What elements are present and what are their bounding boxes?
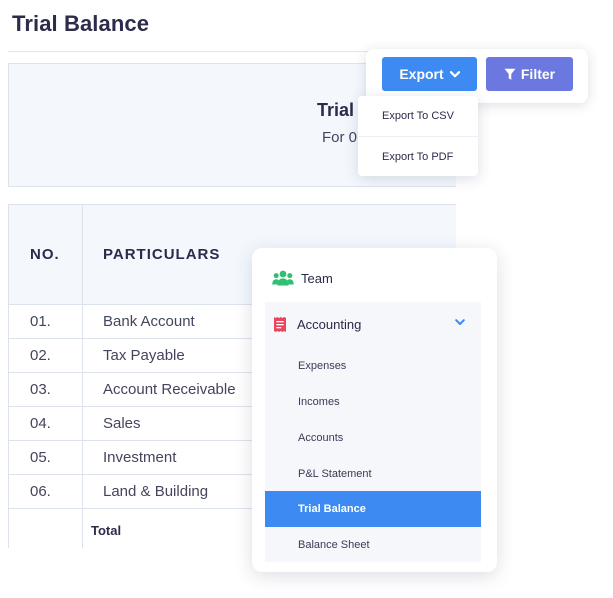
nav-item-team[interactable]: Team xyxy=(272,268,333,288)
nav-subitem-trial-balance[interactable]: Trial Balance xyxy=(265,491,481,527)
funnel-icon xyxy=(504,68,516,80)
nav-item-accounting-label: Accounting xyxy=(297,316,362,332)
filter-button-label: Filter xyxy=(520,66,556,82)
page-title: Trial Balance xyxy=(12,11,150,36)
row-number: 05. xyxy=(8,440,83,475)
chevron-down-icon xyxy=(449,70,460,77)
row-number: 01. xyxy=(8,304,83,339)
nav-subitem-incomes[interactable]: Incomes xyxy=(265,384,481,420)
action-toolbar: Export Filter xyxy=(366,49,588,103)
team-icon xyxy=(272,270,294,286)
export-pdf-option[interactable]: Export To PDF xyxy=(358,136,478,176)
total-row-empty-cell xyxy=(8,508,83,548)
report-title: Trial xyxy=(317,100,355,120)
filter-button[interactable]: Filter xyxy=(486,57,573,91)
navigation-menu: Team Accounting Expenses Incomes Account… xyxy=(252,248,497,572)
nav-subitem-pl-statement[interactable]: P&L Statement xyxy=(265,456,481,492)
export-dropdown-menu: Export To CSV Export To PDF xyxy=(358,96,478,176)
nav-subitem-accounts[interactable]: Accounts xyxy=(265,420,481,456)
row-number: 03. xyxy=(8,372,83,407)
nav-group-accounting: Accounting Expenses Incomes Accounts P&L… xyxy=(265,302,481,562)
nav-subitem-expenses[interactable]: Expenses xyxy=(265,348,481,384)
column-header-no: NO. xyxy=(8,204,83,305)
row-number: 02. xyxy=(8,338,83,373)
row-number: 06. xyxy=(8,474,83,509)
report-subtitle: For 0 xyxy=(322,129,358,146)
export-button-label: Export xyxy=(399,66,444,82)
export-csv-option[interactable]: Export To CSV xyxy=(358,96,478,136)
nav-item-team-label: Team xyxy=(301,270,333,286)
export-button[interactable]: Export xyxy=(382,57,477,91)
nav-item-accounting[interactable]: Accounting xyxy=(265,302,481,346)
nav-subitem-balance-sheet[interactable]: Balance Sheet xyxy=(265,527,481,563)
chevron-down-icon xyxy=(455,319,465,325)
row-number: 04. xyxy=(8,406,83,441)
receipt-icon xyxy=(274,316,286,332)
